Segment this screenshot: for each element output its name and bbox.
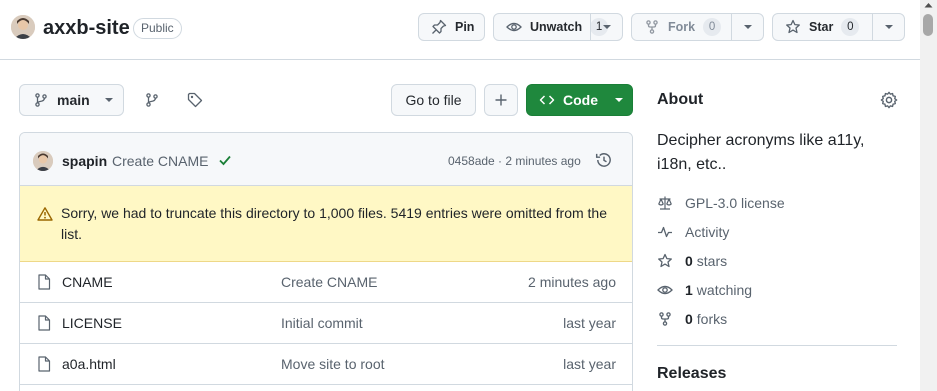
file-browser: spapin Create CNAME 0458ade · 2 minutes … — [19, 132, 633, 391]
star-icon — [657, 253, 673, 269]
fork-counter: 0 — [703, 18, 722, 36]
forks-count: 0 — [685, 311, 693, 327]
caret-down-icon — [104, 97, 114, 103]
repo-description: Decipher acronyms like a11y, i18n, etc.. — [657, 132, 865, 173]
history-icon[interactable] — [595, 151, 613, 169]
forks-link[interactable]: 0 forks — [657, 309, 727, 329]
branches-icon[interactable] — [144, 92, 160, 108]
code-icon — [539, 92, 555, 108]
scroll-thumb[interactable] — [923, 14, 933, 36]
commit-author-link[interactable]: spapin — [62, 153, 107, 169]
code-button[interactable]: Code — [526, 84, 633, 116]
caret-down-icon — [743, 25, 752, 29]
plus-icon — [494, 93, 508, 107]
code-label: Code — [563, 92, 598, 108]
file-name-link[interactable]: LICENSE — [62, 315, 122, 331]
stars-count: 0 — [685, 253, 693, 269]
license-label: GPL-3.0 license — [685, 195, 785, 211]
activity-label: Activity — [685, 224, 730, 240]
tag-icon[interactable] — [187, 92, 203, 108]
gear-icon[interactable] — [880, 91, 898, 109]
stars-label: stars — [696, 253, 728, 269]
watchers-link[interactable]: 1 watching — [657, 280, 752, 300]
commit-author-avatar[interactable] — [33, 151, 53, 171]
branch-selector[interactable]: main — [19, 84, 124, 116]
fork-label: Fork — [668, 20, 696, 34]
pulse-icon — [657, 224, 673, 240]
star-icon — [785, 19, 801, 35]
owner-avatar[interactable] — [11, 15, 35, 39]
watch-button[interactable]: Unwatch 1 — [493, 13, 623, 41]
file-commit-message[interactable]: Initial commit — [281, 315, 363, 331]
file-commit-message[interactable]: Move site to root — [281, 356, 385, 372]
warning-text: Sorry, we had to truncate this directory… — [61, 205, 608, 242]
file-icon — [37, 356, 51, 372]
repo-header: axxb-site Public Pin Unwatch 1 Fork 0 St… — [0, 0, 920, 60]
commit-hash-time[interactable]: 0458ade · 2 minutes ago — [448, 154, 581, 168]
license-link[interactable]: GPL-3.0 license — [657, 193, 785, 213]
watching-label: watching — [696, 282, 753, 298]
watch-dropdown-toggle[interactable] — [590, 14, 622, 40]
file-commit-message[interactable]: Create CNAME — [281, 274, 377, 290]
law-icon — [657, 195, 673, 211]
file-commit-time: last year — [563, 315, 616, 331]
eye-icon — [657, 282, 673, 298]
star-counter: 0 — [841, 18, 860, 36]
file-icon — [37, 274, 51, 290]
caret-down-icon — [602, 25, 611, 29]
fork-dropdown-toggle[interactable] — [731, 14, 763, 40]
fork-icon — [644, 19, 660, 35]
sidebar-divider — [657, 345, 897, 346]
watch-label: Unwatch — [530, 20, 583, 34]
go-to-file-label: Go to file — [405, 92, 462, 108]
branch-icon — [33, 92, 49, 108]
file-row[interactable]: CNAME Create CNAME 2 minutes ago — [20, 262, 632, 303]
pin-icon — [431, 19, 447, 35]
truncation-warning: Sorry, we had to truncate this directory… — [20, 186, 632, 262]
alert-icon — [37, 206, 53, 222]
page-scrollbar[interactable] — [920, 0, 937, 391]
watching-count: 1 — [685, 282, 693, 298]
file-name-link[interactable]: CNAME — [62, 274, 113, 290]
pin-label: Pin — [455, 20, 475, 34]
file-row[interactable]: LICENSE Initial commit last year — [20, 303, 632, 344]
scroll-up-arrow-icon[interactable] — [924, 2, 933, 8]
eye-icon — [506, 19, 522, 35]
caret-down-icon — [614, 97, 624, 103]
visibility-badge: Public — [133, 18, 182, 39]
fork-icon — [657, 311, 673, 327]
branch-name: main — [57, 92, 90, 108]
check-icon[interactable] — [218, 153, 232, 167]
file-commit-time: last year — [563, 356, 616, 372]
fork-button[interactable]: Fork 0 — [631, 13, 764, 41]
repo-name-link[interactable]: axxb-site — [43, 15, 130, 41]
releases-heading[interactable]: Releases — [657, 365, 726, 383]
forks-label: forks — [696, 311, 728, 327]
activity-link[interactable]: Activity — [657, 222, 729, 242]
star-label: Star — [809, 20, 834, 34]
star-button[interactable]: Star 0 — [772, 13, 905, 41]
file-row[interactable]: a0a.html Move site to root last year — [20, 344, 632, 385]
file-name-link[interactable]: a0a.html — [62, 356, 116, 372]
caret-down-icon — [884, 25, 893, 29]
stars-link[interactable]: 0 stars — [657, 251, 727, 271]
file-commit-time: 2 minutes ago — [528, 274, 616, 290]
latest-commit-bar: spapin Create CNAME 0458ade · 2 minutes … — [20, 133, 632, 186]
pin-button[interactable]: Pin — [418, 13, 485, 41]
add-file-button[interactable] — [484, 84, 518, 116]
file-icon — [37, 315, 51, 331]
go-to-file-button[interactable]: Go to file — [391, 84, 476, 116]
about-heading: About — [657, 91, 704, 108]
star-dropdown-toggle[interactable] — [872, 14, 904, 40]
commit-message-link[interactable]: Create CNAME — [112, 153, 208, 169]
